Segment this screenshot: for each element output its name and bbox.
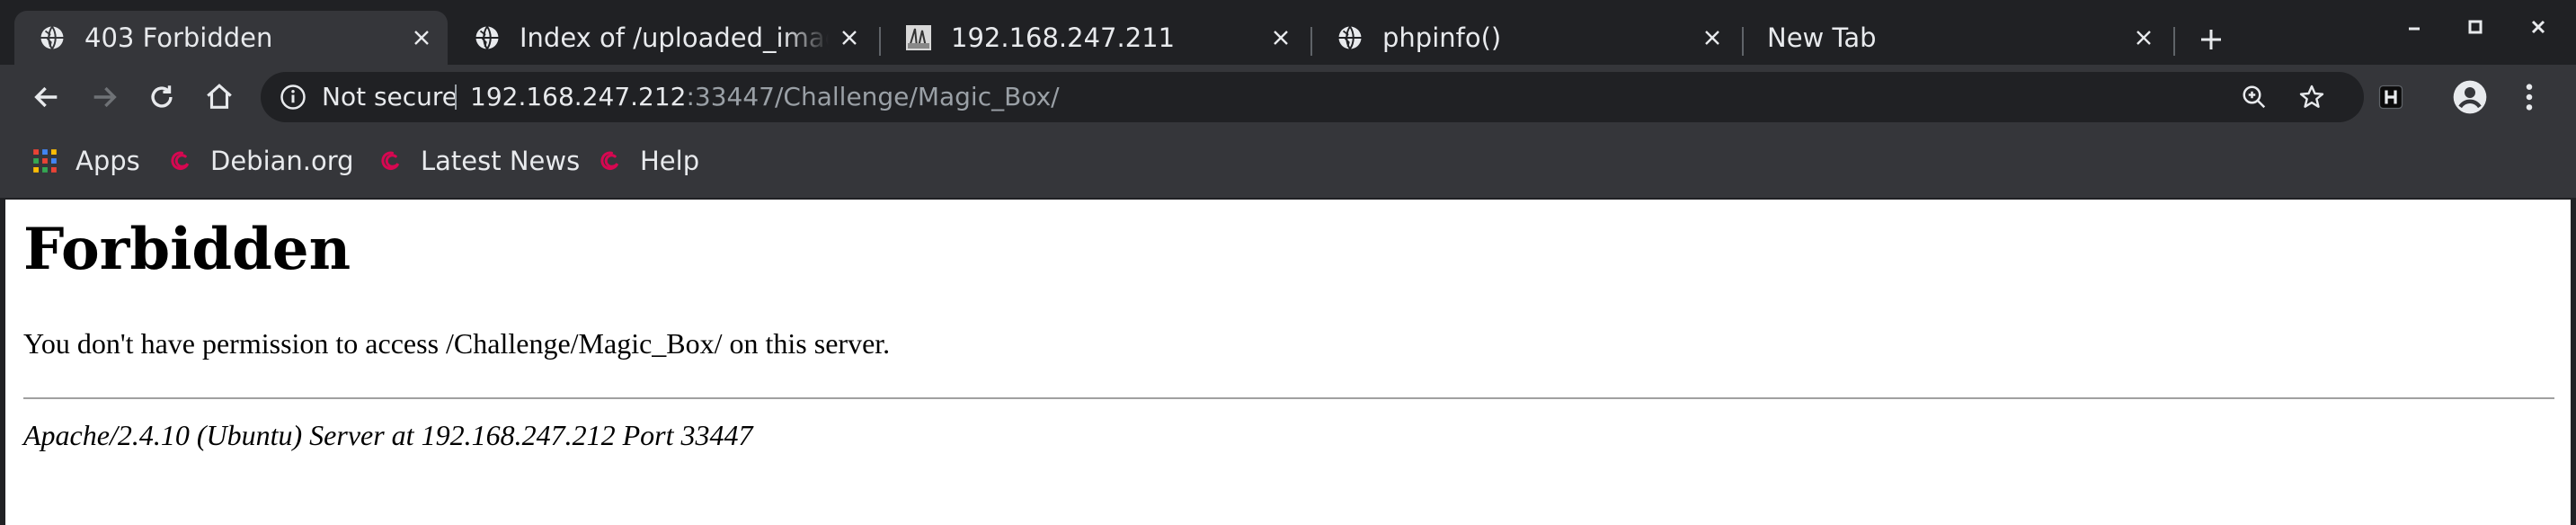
- plus-icon: [2201, 30, 2221, 49]
- bookmark-star-icon[interactable]: [2296, 81, 2328, 113]
- url-path: :33447/Challenge/Magic_Box/: [686, 82, 1060, 111]
- tab-title: phpinfo(): [1382, 22, 1502, 53]
- bookmark-label: Help: [640, 146, 700, 176]
- url-text[interactable]: 192.168.247.212:33447/Challenge/Magic_Bo…: [470, 72, 1060, 122]
- profile-button[interactable]: [2450, 77, 2490, 117]
- arrow-right-icon: [93, 86, 117, 108]
- info-icon[interactable]: [277, 81, 309, 113]
- page-content: Forbidden You don't have permission to a…: [0, 200, 2576, 525]
- globe-icon: [1336, 23, 1364, 52]
- page-heading: Forbidden: [23, 216, 351, 283]
- reload-button[interactable]: [142, 77, 182, 117]
- new-tab-button[interactable]: [2193, 22, 2229, 58]
- globe-icon: [38, 23, 67, 52]
- tab-title: 403 Forbidden: [84, 22, 273, 53]
- debian-swirl-icon: [595, 147, 624, 175]
- menu-button[interactable]: [2509, 77, 2549, 117]
- home-button[interactable]: [200, 77, 239, 117]
- maximize-button[interactable]: [2448, 9, 2502, 45]
- back-button[interactable]: [27, 77, 67, 117]
- minimize-icon: [2409, 27, 2420, 31]
- home-icon: [207, 84, 232, 109]
- debian-swirl-icon: [165, 147, 194, 175]
- close-tab-icon[interactable]: [408, 24, 435, 51]
- apps-grid-icon: [31, 147, 59, 175]
- tab-192-168-247-211[interactable]: 192.168.247.211: [881, 11, 1307, 65]
- bookmark-label: Debian.org: [210, 146, 354, 176]
- reload-icon: [151, 85, 173, 108]
- bookmark-apps[interactable]: Apps: [31, 129, 140, 192]
- close-tab-icon[interactable]: [836, 24, 863, 51]
- zoom-icon[interactable]: [2238, 81, 2270, 113]
- maximize-icon: [2468, 20, 2483, 34]
- bookmarks-bar: Apps Debian.org Latest News Help: [0, 129, 2576, 200]
- tab-index-uploaded-image[interactable]: Index of /uploaded_image: [449, 11, 875, 65]
- bookmark-help[interactable]: Help: [595, 129, 699, 192]
- arrow-left-icon: [34, 86, 58, 108]
- bookmark-label: Latest News: [421, 146, 581, 176]
- minimize-button[interactable]: [2387, 9, 2441, 45]
- close-tab-icon[interactable]: [1267, 24, 1294, 51]
- debian-swirl-icon: [376, 147, 404, 175]
- bookmark-label: Apps: [76, 146, 140, 176]
- close-window-button[interactable]: [2511, 9, 2565, 45]
- globe-icon: [473, 23, 502, 52]
- browser-chrome: 403 Forbidden Index of /uploaded_image 1…: [0, 0, 2576, 200]
- tab-title: 192.168.247.211: [951, 22, 1176, 53]
- divider: [23, 397, 2554, 399]
- tab-separator: [2173, 27, 2175, 56]
- bookmark-debian-org[interactable]: Debian.org: [165, 129, 354, 192]
- tab-new-tab[interactable]: New Tab: [1744, 11, 2170, 65]
- forbidden-message: You don't have permission to access /Cha…: [23, 327, 891, 360]
- kebab-menu-icon: [2526, 84, 2533, 111]
- forward-button[interactable]: [84, 77, 124, 117]
- bookmark-latest-news[interactable]: Latest News: [376, 129, 580, 192]
- tab-title: New Tab: [1767, 22, 1877, 53]
- tab-strip: 403 Forbidden Index of /uploaded_image 1…: [0, 0, 2576, 65]
- site-logo-icon: [904, 23, 933, 52]
- tab-phpinfo[interactable]: phpinfo(): [1312, 11, 1738, 65]
- tab-403-forbidden[interactable]: 403 Forbidden: [14, 11, 448, 65]
- security-status-label[interactable]: Not secure: [322, 72, 457, 122]
- address-bar[interactable]: Not secure 192.168.247.212:33447/Challen…: [261, 72, 2364, 122]
- navigation-toolbar: Not secure 192.168.247.212:33447/Challen…: [0, 65, 2576, 129]
- omnibox-divider: [455, 85, 457, 110]
- account-icon: [2453, 80, 2487, 114]
- close-tab-icon[interactable]: [2130, 24, 2157, 51]
- close-tab-icon[interactable]: [1699, 24, 1726, 51]
- server-signature: Apache/2.4.10 (Ubuntu) Server at 192.168…: [23, 419, 753, 451]
- extension-button[interactable]: [2371, 77, 2411, 117]
- extension-h-icon: [2378, 85, 2403, 110]
- tab-title: Index of /uploaded_image: [520, 22, 829, 53]
- url-host: 192.168.247.212: [470, 82, 687, 111]
- close-icon: [2531, 20, 2545, 34]
